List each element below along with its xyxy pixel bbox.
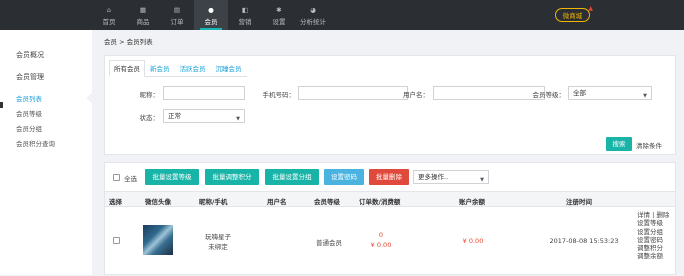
sidebar-item-points-query[interactable]: 会员积分查询 <box>16 138 55 148</box>
nav-label: 订单 <box>170 17 184 26</box>
member-tabs: 所有会员 新会员 活跃会员 沉睡会员 <box>109 60 247 77</box>
chevron-down-icon: ▼ <box>643 93 647 99</box>
select-all-label: 全选 <box>124 175 137 183</box>
nav-label: 商品 <box>136 17 150 26</box>
col-balance: 账户余额 <box>459 198 485 206</box>
marketing-icon: ◧ <box>241 5 249 14</box>
collapse-marker-icon <box>0 102 3 108</box>
nav-label: 会员 <box>204 17 218 26</box>
level-select[interactable]: 全部 ▼ <box>568 86 652 100</box>
nav-marketing[interactable]: ◧ 营销 <box>228 0 262 30</box>
nav-settings[interactable]: ✱ 设置 <box>262 0 296 30</box>
nav-label: 营销 <box>238 17 252 26</box>
bulk-set-level-button[interactable]: 批量设置等级 <box>145 169 199 185</box>
left-sidebar: 会员概况 会员管理 会员列表 会员等级 会员分组 会员积分查询 <box>0 30 92 275</box>
action-set-password[interactable]: 设置密码 <box>637 236 677 244</box>
row-level: 普通会员 <box>316 239 342 247</box>
nav-goods[interactable]: ▦ 商品 <box>126 0 160 30</box>
nav-members[interactable]: ● 会员 <box>194 0 228 30</box>
col-avatar: 微信头像 <box>145 198 171 206</box>
order-icon: ▤ <box>173 5 181 14</box>
main-nav: ⌂ 首页 ▦ 商品 ▤ 订单 ● 会员 ◧ 营销 ✱ 设置 ◕ 分析统计 <box>92 0 330 30</box>
col-level: 会员等级 <box>314 198 340 206</box>
nav-label: 设置 <box>272 17 286 26</box>
sidebar-group-member-manage[interactable]: 会员管理 <box>16 72 44 82</box>
goods-icon: ▦ <box>139 5 147 14</box>
nickname-input[interactable] <box>163 86 245 100</box>
row-order-count: 0 <box>378 231 384 239</box>
username-label: 用户名： <box>403 91 429 99</box>
tab-all-members[interactable]: 所有会员 <box>109 60 145 77</box>
action-adjust-balance[interactable]: 调整余额 <box>637 252 677 260</box>
status-label: 状态： <box>139 114 160 122</box>
row-registered: 2017-08-08 15:53:23 <box>549 237 619 245</box>
set-password-button[interactable]: 设置密码 <box>324 169 364 185</box>
chevron-down-icon: ▼ <box>480 177 484 183</box>
row-spend: ¥ 0.00 <box>370 241 392 249</box>
settings-icon: ✱ <box>276 5 282 14</box>
tab-active-members[interactable]: 活跃会员 <box>175 60 211 77</box>
chevron-down-icon: ▼ <box>236 116 240 122</box>
member-icon: ● <box>208 5 214 14</box>
col-username: 用户名 <box>267 198 287 206</box>
sidebar-item-member-level[interactable]: 会员等级 <box>16 108 42 118</box>
level-label: 会员等级： <box>532 91 566 99</box>
tab-dormant-members[interactable]: 沉睡会员 <box>211 60 247 77</box>
row-actions: 详情 | 删除 设置等级 设置分组 设置密码 调整积分 调整余额 <box>637 211 677 261</box>
level-select-value: 全部 <box>573 89 586 97</box>
bulk-adjust-points-button[interactable]: 批量调整积分 <box>205 169 259 185</box>
row-nickname: 玩嗨星子 <box>205 233 231 241</box>
more-operations-value: 更多操作.. <box>418 173 449 181</box>
bulk-toolbar: 全选 批量设置等级 批量调整积分 批量设置分组 设置密码 批量删除 更多操作..… <box>105 169 675 185</box>
row-checkbox[interactable] <box>113 237 120 244</box>
analytics-icon: ◕ <box>310 5 316 14</box>
search-button[interactable]: 搜索 <box>606 137 632 151</box>
table-header: 选择 微信头像 昵称/手机 用户名 会员等级 订单数/消费额 账户余额 注册时间 <box>105 191 675 207</box>
phone-label: 手机号码： <box>262 91 296 99</box>
action-set-group[interactable]: 设置分组 <box>637 228 677 236</box>
tab-new-members[interactable]: 新会员 <box>145 60 175 77</box>
col-nickname-phone: 昵称/手机 <box>199 198 228 206</box>
sidebar-item-member-group[interactable]: 会员分组 <box>16 123 42 133</box>
table-row: 玩嗨星子 未绑定 普通会员 0 ¥ 0.00 ¥ 0.00 2017-08-08… <box>105 207 675 276</box>
row-phone: 未绑定 <box>208 243 228 251</box>
nav-analytics[interactable]: ◕ 分析统计 <box>296 0 330 30</box>
more-operations-select[interactable]: 更多操作.. ▼ <box>413 170 489 184</box>
bulk-set-group-button[interactable]: 批量设置分组 <box>265 169 319 185</box>
breadcrumb: 会员 > 会员列表 <box>104 38 153 46</box>
sidebar-item-member-list[interactable]: 会员列表 <box>16 93 42 103</box>
weishop-label: 微商城 <box>562 12 583 20</box>
home-icon: ⌂ <box>106 5 112 14</box>
nickname-label: 昵称： <box>139 91 160 99</box>
search-panel: 所有会员 新会员 活跃会员 沉睡会员 昵称： 手机号码： 用户名： 会员等级： … <box>104 55 676 155</box>
active-caret-icon <box>86 93 92 103</box>
status-select-value: 正常 <box>168 112 181 120</box>
bulk-delete-button[interactable]: 批量删除 <box>369 169 409 185</box>
sidebar-item-overview[interactable]: 会员概况 <box>16 50 44 60</box>
clear-conditions-link[interactable]: 清除条件 <box>636 140 662 150</box>
results-panel: 全选 批量设置等级 批量调整积分 批量设置分组 设置密码 批量删除 更多操作..… <box>104 162 676 275</box>
action-set-level[interactable]: 设置等级 <box>637 219 677 227</box>
col-select: 选择 <box>109 198 122 206</box>
select-all-checkbox[interactable] <box>113 174 120 181</box>
col-registered: 注册时间 <box>566 198 592 206</box>
flame-icon: ▲ <box>588 5 593 12</box>
col-orders-spend: 订单数/消费额 <box>359 198 401 206</box>
nav-label: 首页 <box>102 17 116 26</box>
nav-home[interactable]: ⌂ 首页 <box>92 0 126 30</box>
status-select[interactable]: 正常 ▼ <box>163 109 245 123</box>
weishop-button[interactable]: 微商城 ▲ <box>555 5 593 22</box>
row-balance: ¥ 0.00 <box>462 237 484 245</box>
avatar <box>143 225 173 255</box>
nav-label: 分析统计 <box>300 17 326 26</box>
nav-orders[interactable]: ▤ 订单 <box>160 0 194 30</box>
top-navbar: ⌂ 首页 ▦ 商品 ▤ 订单 ● 会员 ◧ 营销 ✱ 设置 ◕ 分析统计 微商城… <box>0 0 684 30</box>
